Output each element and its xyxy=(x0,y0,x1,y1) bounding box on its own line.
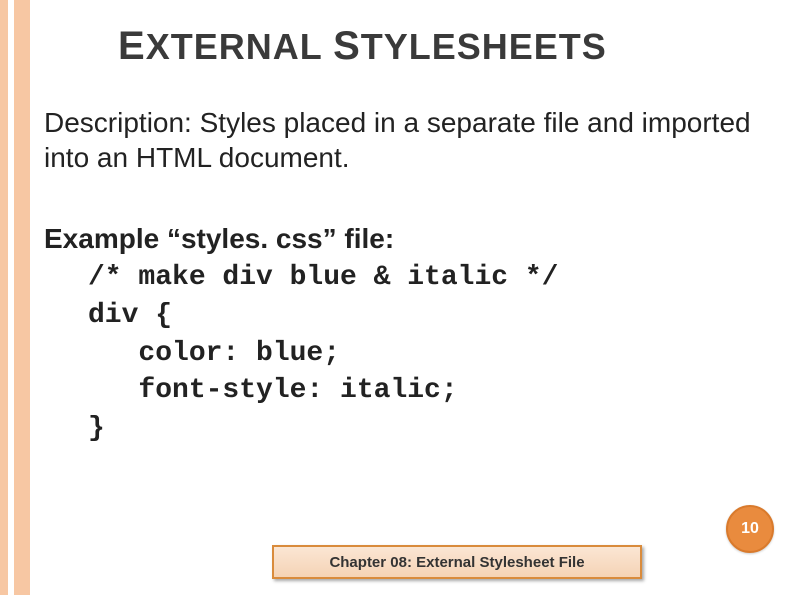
example-label: Example “styles. css” file: xyxy=(44,223,772,255)
slide-title: EXTERNAL STYLESHEETS xyxy=(118,24,772,69)
title-cap-1: E xyxy=(118,24,146,68)
description-text: Description: Styles placed in a separate… xyxy=(44,105,772,175)
code-example: /* make div blue & italic */ div { color… xyxy=(88,259,772,448)
page-number-badge: 10 xyxy=(726,505,774,553)
title-rest-2: TYLESHEETS xyxy=(361,26,607,67)
left-accent-stripes xyxy=(0,0,30,595)
stripe-inner xyxy=(14,0,30,595)
page-number: 10 xyxy=(741,520,759,538)
stripe-outer xyxy=(0,0,8,595)
chapter-footer: Chapter 08: External Stylesheet File xyxy=(272,545,642,579)
title-cap-2: S xyxy=(333,24,361,68)
title-rest-1: XTERNAL xyxy=(146,26,322,67)
slide-content: EXTERNAL STYLESHEETS Description: Styles… xyxy=(44,18,772,577)
chapter-label: Chapter 08: External Stylesheet File xyxy=(329,554,584,571)
